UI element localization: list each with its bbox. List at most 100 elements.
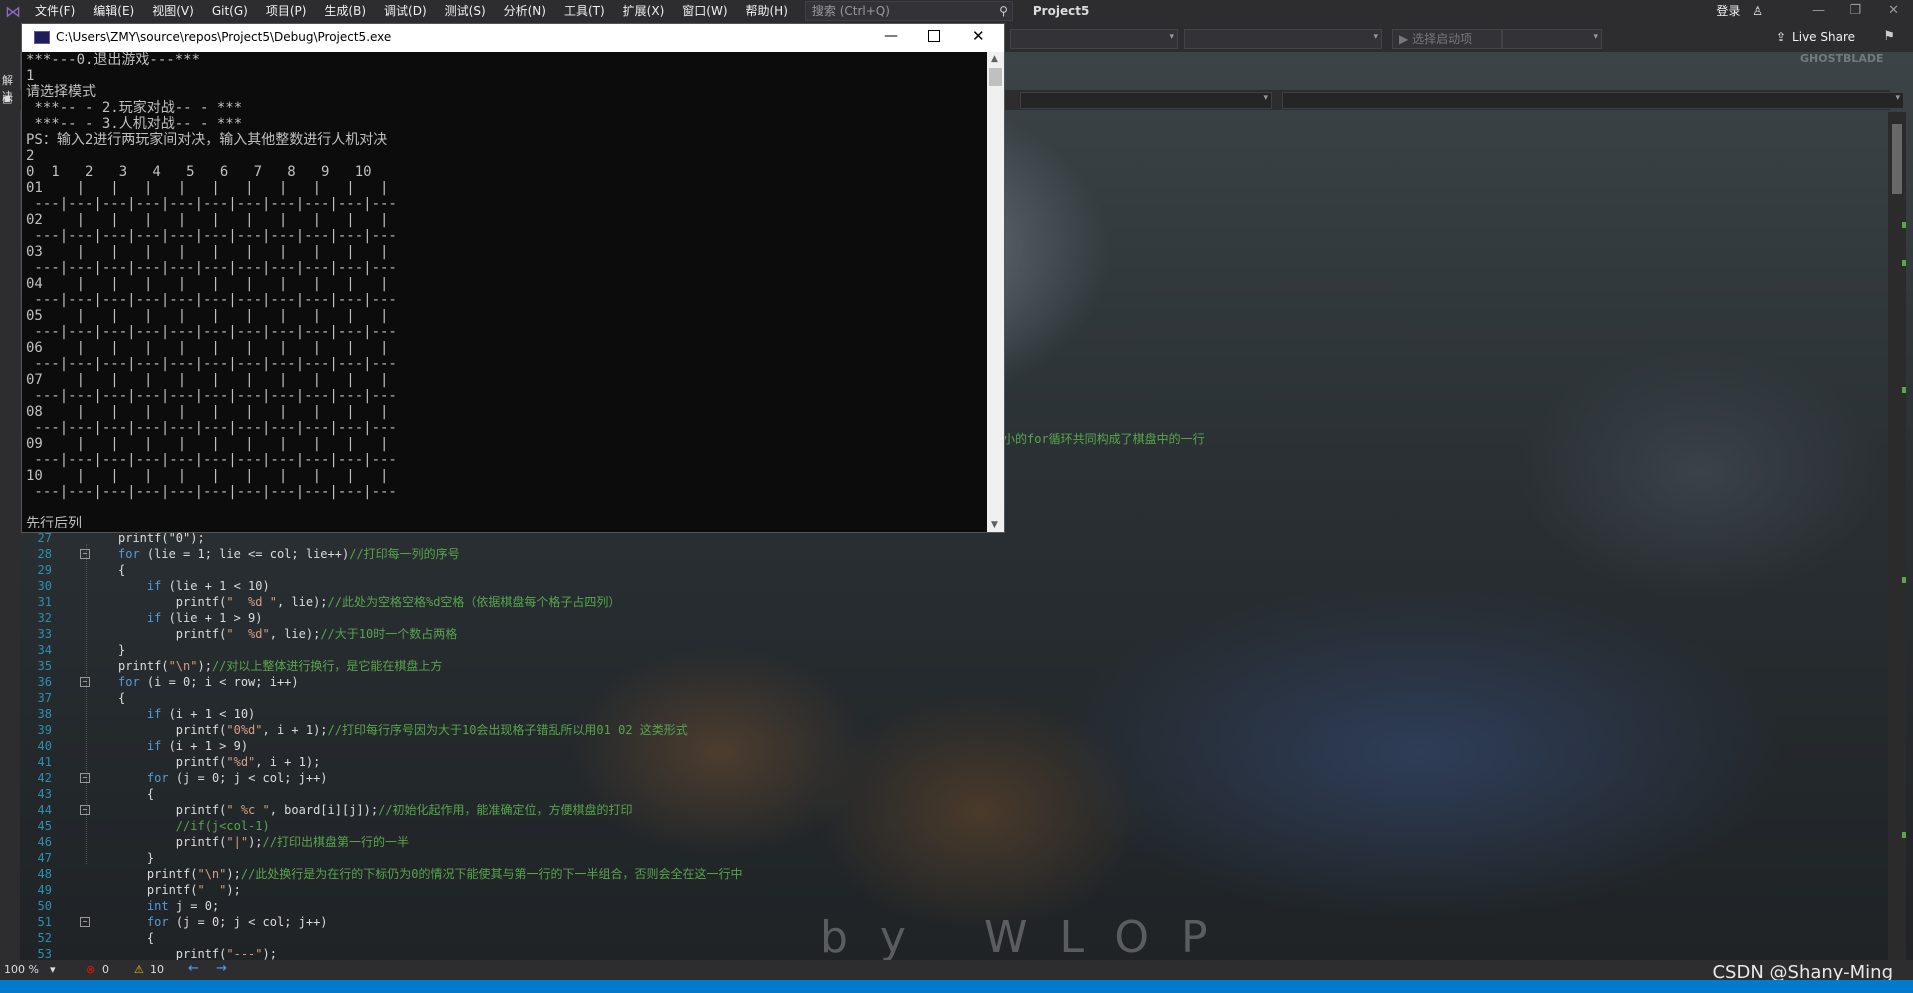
code-text: if (i + 1 > 9): [146, 739, 249, 753]
line-number: 39: [37, 723, 52, 737]
toolbar-dropdown-1[interactable]: ▾: [1010, 29, 1178, 49]
console-line: 先行后列: [26, 516, 82, 528]
line-number: 41: [37, 755, 52, 769]
line-number: 32: [37, 611, 52, 625]
line-number: 51: [37, 915, 52, 929]
console-line: ---|---|---|---|---|---|---|---|---|---|…: [26, 292, 397, 308]
toolbox-icon[interactable]: ▣: [2, 92, 12, 105]
console-line: 08 | | | | | | | | | |: [26, 404, 389, 420]
collapse-icon[interactable]: −: [80, 917, 90, 927]
menu-item[interactable]: 视图(V): [143, 0, 203, 22]
code-text: for (j = 0; j < col; j++): [146, 771, 328, 785]
chevron-down-icon[interactable]: ▼: [991, 520, 998, 530]
fold-guide: [86, 544, 87, 864]
user-icon: ♙: [1752, 4, 1763, 18]
restore-icon[interactable]: ❐: [1849, 0, 1861, 22]
zoom-level[interactable]: 100 %: [4, 963, 39, 976]
start-item-label: 选择启动项: [1412, 32, 1473, 46]
scroll-marker: [1902, 260, 1906, 266]
code-text: {: [118, 931, 155, 945]
console-line: 01 | | | | | | | | | |: [26, 180, 389, 196]
code-text: for (i = 0; i < row; i++): [118, 675, 299, 689]
collapse-icon[interactable]: −: [80, 805, 90, 815]
line-number: 34: [37, 643, 52, 657]
console-line: 请选择模式: [26, 84, 96, 100]
login-button[interactable]: 登录 ♙: [1716, 0, 1763, 22]
console-line: 1: [26, 68, 35, 84]
line-number: 37: [37, 691, 52, 705]
collapse-icon[interactable]: −: [80, 549, 90, 559]
menu-item[interactable]: 文件(F): [26, 0, 84, 22]
scope-dropdown[interactable]: ▾: [1020, 92, 1272, 109]
console-line: ---|---|---|---|---|---|---|---|---|---|…: [26, 484, 397, 500]
menu-item[interactable]: 分析(N): [495, 0, 555, 22]
code-text: printf("0");: [118, 531, 205, 545]
warning-count[interactable]: 10: [150, 963, 164, 976]
bottom-status-strip: [0, 980, 1913, 993]
error-count[interactable]: 0: [102, 963, 109, 976]
search-input[interactable]: 搜索 (Ctrl+Q) ⚲: [804, 1, 1013, 21]
search-icon[interactable]: ⚲: [999, 2, 1008, 20]
menu-item[interactable]: 工具(T): [555, 0, 614, 22]
console-line: 03 | | | | | | | | | |: [26, 244, 389, 260]
ghost-logo: GHOSTBLADE: [1800, 52, 1884, 65]
code-text: printf("0%d", i + 1);//打印每行序号因为大于10会出现格子…: [118, 723, 688, 737]
menu-item[interactable]: 项目(P): [257, 0, 316, 22]
feedback-icon[interactable]: ⚑: [1883, 29, 1895, 44]
console-line: PS：输入2进行两玩家间对决，输入其他整数进行人机对决: [26, 132, 388, 148]
close-icon[interactable]: ✕: [972, 27, 985, 45]
code-text: //if(j<col-1): [175, 819, 270, 833]
maximize-icon[interactable]: [928, 30, 940, 42]
start-item-button[interactable]: ▶ 选择启动项: [1392, 29, 1502, 49]
scrollbar-thumb[interactable]: [1892, 124, 1902, 194]
error-icon[interactable]: ⊗: [86, 963, 95, 976]
minimize-icon[interactable]: —: [884, 28, 898, 44]
minimize-icon[interactable]: —: [1812, 0, 1825, 22]
scrollbar-thumb[interactable]: [989, 68, 1002, 86]
console-title-bar[interactable]: C:\Users\ZMY\source\repos\Project5\Debug…: [22, 24, 1004, 52]
line-number: 40: [37, 739, 52, 753]
menu-item[interactable]: 生成(B): [315, 0, 375, 22]
collapse-icon[interactable]: −: [80, 773, 90, 783]
warning-icon[interactable]: ⚠: [134, 963, 144, 976]
scroll-marker: [1902, 387, 1906, 393]
menu-bar: ⋈ 文件(F) 编辑(E) 视图(V) Git(G) 项目(P) 生成(B) 调试(D) 测试…: [0, 0, 1913, 22]
code-text: printf("|");//打印出棋盘第一行的一半: [118, 835, 409, 849]
menu-item[interactable]: 编辑(E): [84, 0, 143, 22]
console-window[interactable]: C:\Users\ZMY\source\repos\Project5\Debug…: [22, 24, 1004, 532]
console-app-icon: [34, 31, 50, 44]
scroll-marker: [1902, 222, 1906, 228]
status-bar: 100 % ▾ ⊗ 0 ⚠ 10 ← →: [0, 960, 1913, 980]
close-icon[interactable]: ✕: [1888, 0, 1899, 22]
line-number: 28: [37, 547, 52, 561]
menu-item[interactable]: 窗口(W): [673, 0, 736, 22]
chevron-down-icon: ▾: [1169, 32, 1174, 42]
chevron-up-icon[interactable]: ▲: [991, 54, 998, 64]
console-line: ***---0.退出游戏---***: [26, 52, 201, 68]
live-share-button[interactable]: ⇪ Live Share: [1776, 30, 1855, 44]
line-number: 49: [37, 883, 52, 897]
member-dropdown[interactable]: ▾: [1282, 92, 1904, 109]
chevron-down-icon[interactable]: ▾: [50, 963, 56, 976]
menu-item[interactable]: 测试(S): [436, 0, 495, 22]
toolbar-dropdown-2[interactable]: ▾: [1184, 29, 1382, 49]
console-title: C:\Users\ZMY\source\repos\Project5\Debug…: [56, 30, 392, 44]
arrow-left-icon[interactable]: ←: [188, 961, 199, 976]
editor-scrollbar[interactable]: [1888, 112, 1906, 960]
code-text: for (lie = 1; lie <= col; lie++)//打印每一列的…: [118, 547, 460, 561]
menu-item[interactable]: 帮助(H): [737, 0, 797, 22]
menu-item[interactable]: 扩展(X): [614, 0, 674, 22]
code-comment-fragment: 小的for循环共同构成了棋盘中的一行: [1003, 432, 1205, 446]
menu-item[interactable]: 调试(D): [375, 0, 436, 22]
console-line: 04 | | | | | | | | | |: [26, 276, 389, 292]
code-text: printf("%d", i + 1);: [118, 755, 321, 769]
collapse-icon[interactable]: −: [80, 677, 90, 687]
arrow-right-icon[interactable]: →: [216, 961, 227, 976]
console-line: 09 | | | | | | | | | |: [26, 436, 389, 452]
console-scrollbar[interactable]: ▲ ▼: [987, 52, 1004, 532]
console-line: ---|---|---|---|---|---|---|---|---|---|…: [26, 388, 397, 404]
toolbar-dropdown-3[interactable]: ▾: [1502, 29, 1602, 49]
code-text: if (lie + 1 < 10): [146, 579, 270, 593]
console-line: ---|---|---|---|---|---|---|---|---|---|…: [26, 324, 397, 340]
menu-item[interactable]: Git(G): [203, 0, 257, 22]
